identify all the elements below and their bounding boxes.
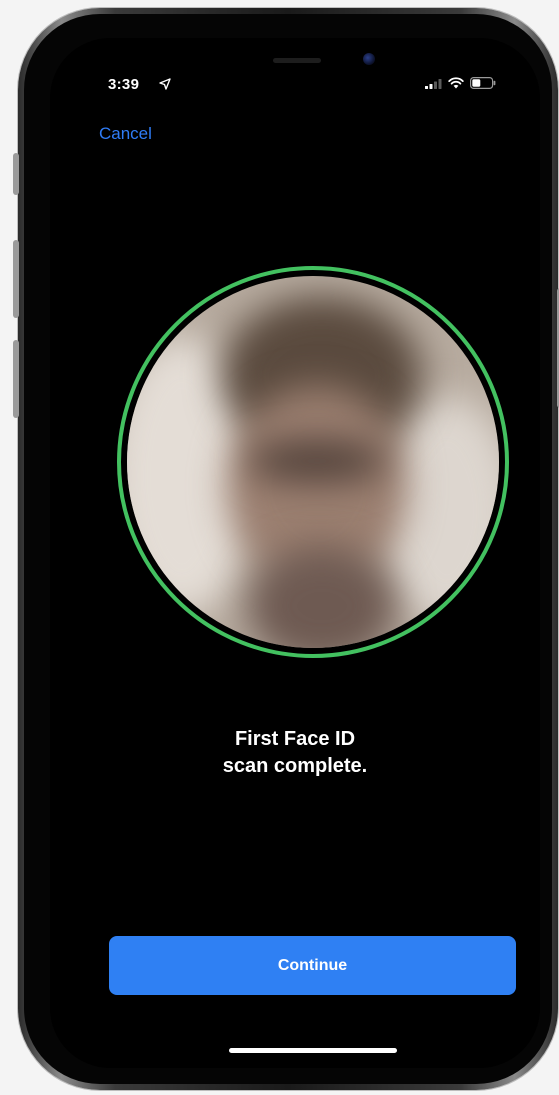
volume-up-button — [13, 240, 19, 318]
phone-screen: 3:39 Cancel First Face ID scan complete.… — [50, 38, 540, 1068]
front-camera-icon — [363, 53, 375, 65]
status-time: 3:39 — [108, 76, 140, 93]
volume-down-button — [13, 340, 19, 418]
silent-switch — [13, 153, 19, 195]
location-arrow-icon — [159, 78, 171, 90]
home-indicator[interactable] — [229, 1048, 397, 1053]
wifi-icon — [448, 77, 464, 89]
camera-face-preview — [127, 276, 499, 648]
continue-button[interactable]: Continue — [109, 936, 516, 995]
screenshot-page: 3:39 Cancel First Face ID scan complete.… — [0, 0, 559, 1095]
earpiece-speaker — [273, 58, 321, 63]
face-scan-ring — [117, 266, 509, 658]
preview-eyes — [247, 441, 387, 481]
message-line-1: First Face ID — [234, 728, 356, 750]
battery-icon — [470, 77, 496, 89]
notch — [175, 38, 415, 90]
status-icons — [425, 77, 496, 89]
message-line-2: scan complete. — [222, 755, 368, 777]
cellular-signal-icon — [425, 78, 442, 89]
cancel-button[interactable]: Cancel — [99, 124, 152, 144]
phone-frame: 3:39 Cancel First Face ID scan complete.… — [13, 8, 559, 1090]
scan-status-message: First Face ID scan complete. — [50, 726, 540, 780]
